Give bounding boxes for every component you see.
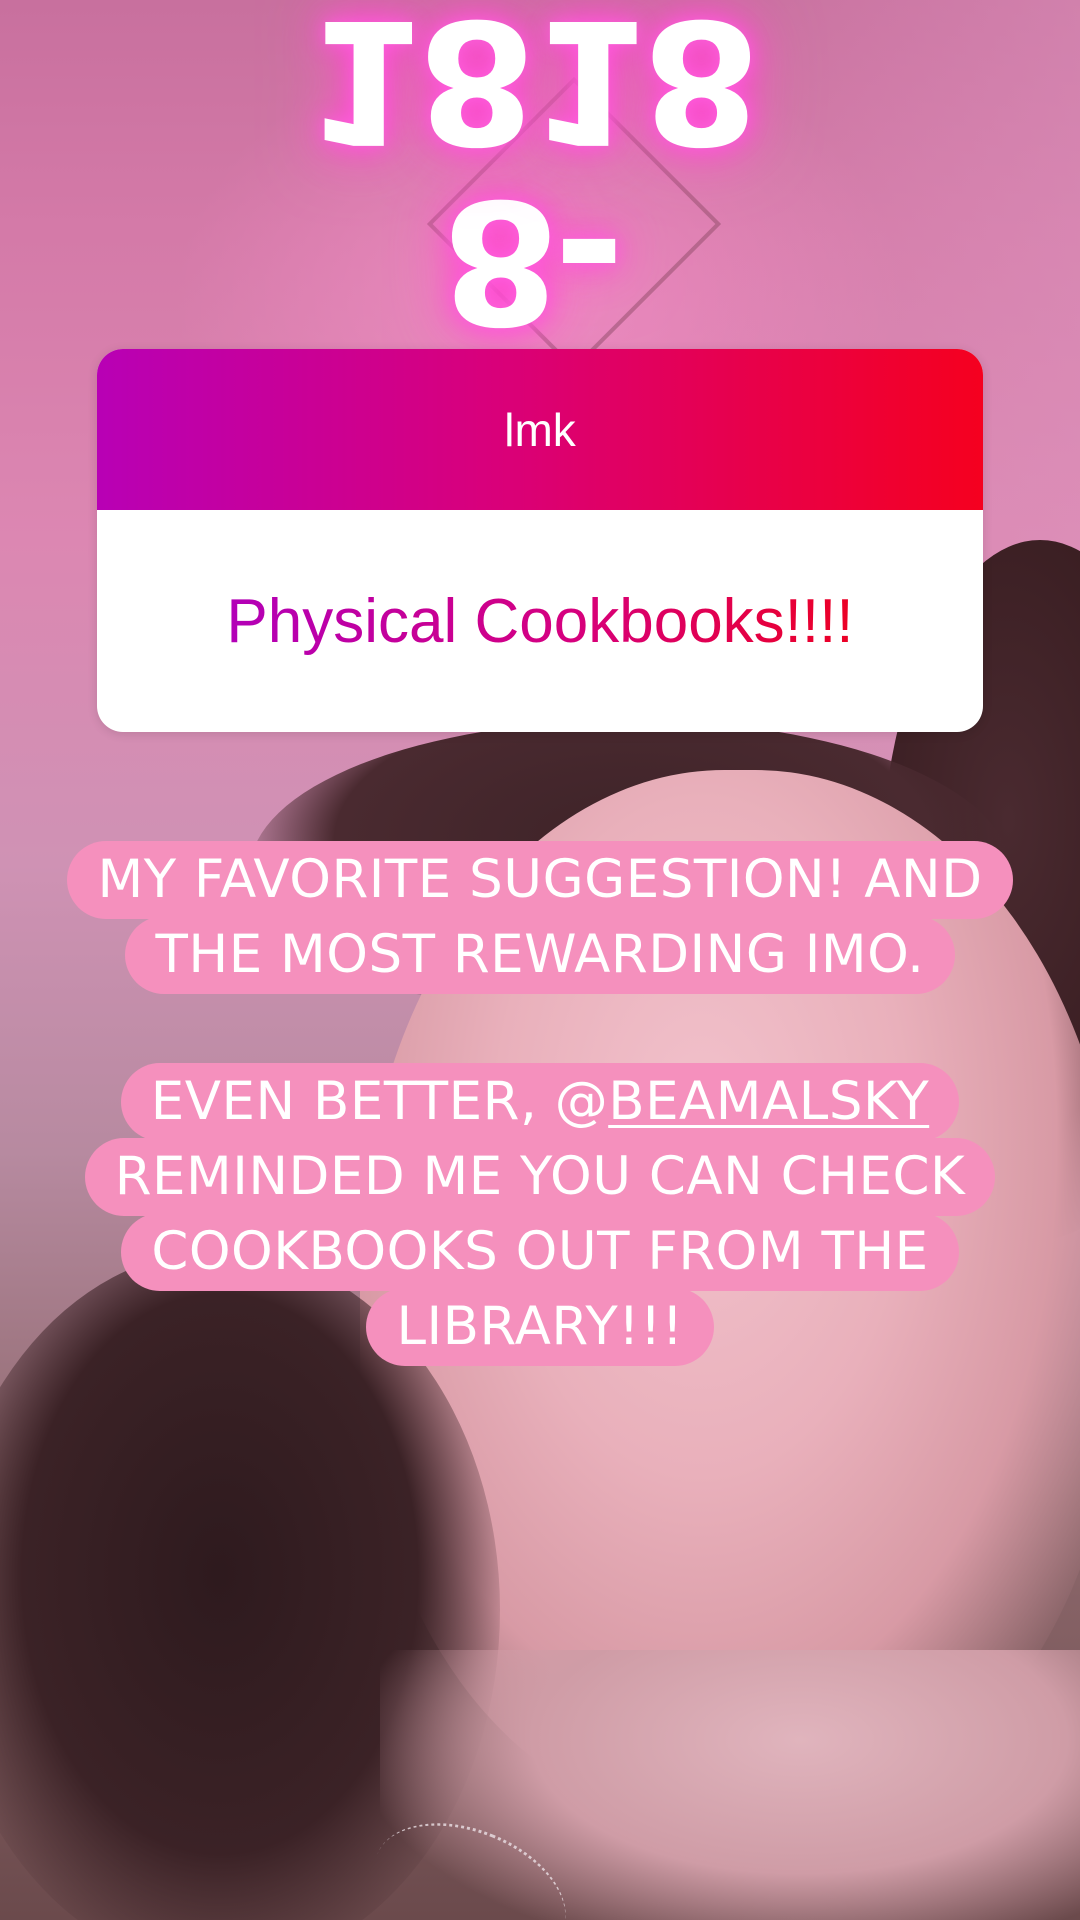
caption-favorite-suggestion: MY FAVORITE SUGGESTION! AND THE MOST REW…	[0, 841, 1080, 994]
caption-line-prefix: EVEN BETTER, @	[150, 1071, 609, 1132]
caption-line: COOKBOOKS OUT FROM THE	[121, 1213, 959, 1291]
caption-line: EVEN BETTER, @BEAMALSKY	[120, 1063, 960, 1141]
mention-link[interactable]: BEAMALSKY	[608, 1071, 929, 1132]
story-frame: 8-1818 lmk Physical Cookbooks!!!! MY FAV…	[0, 0, 1080, 1920]
question-sticker[interactable]: lmk Physical Cookbooks!!!!	[97, 349, 983, 732]
caption-line: MY FAVORITE SUGGESTION! AND	[67, 841, 1013, 919]
caption-line: REMINDED ME YOU CAN CHECK	[84, 1138, 996, 1216]
question-answer: Physical Cookbooks!!!!	[226, 586, 854, 656]
question-answer-area: Physical Cookbooks!!!!	[97, 510, 983, 732]
neon-sign: 8-1818	[305, 0, 755, 359]
question-sticker-header: lmk	[97, 349, 983, 510]
caption-library-tip: EVEN BETTER, @BEAMALSKY REMINDED ME YOU …	[0, 1063, 1080, 1366]
caption-line: LIBRARY!!!	[366, 1288, 714, 1366]
caption-line: THE MOST REWARDING IMO.	[125, 916, 955, 994]
question-prompt: lmk	[504, 403, 576, 456]
